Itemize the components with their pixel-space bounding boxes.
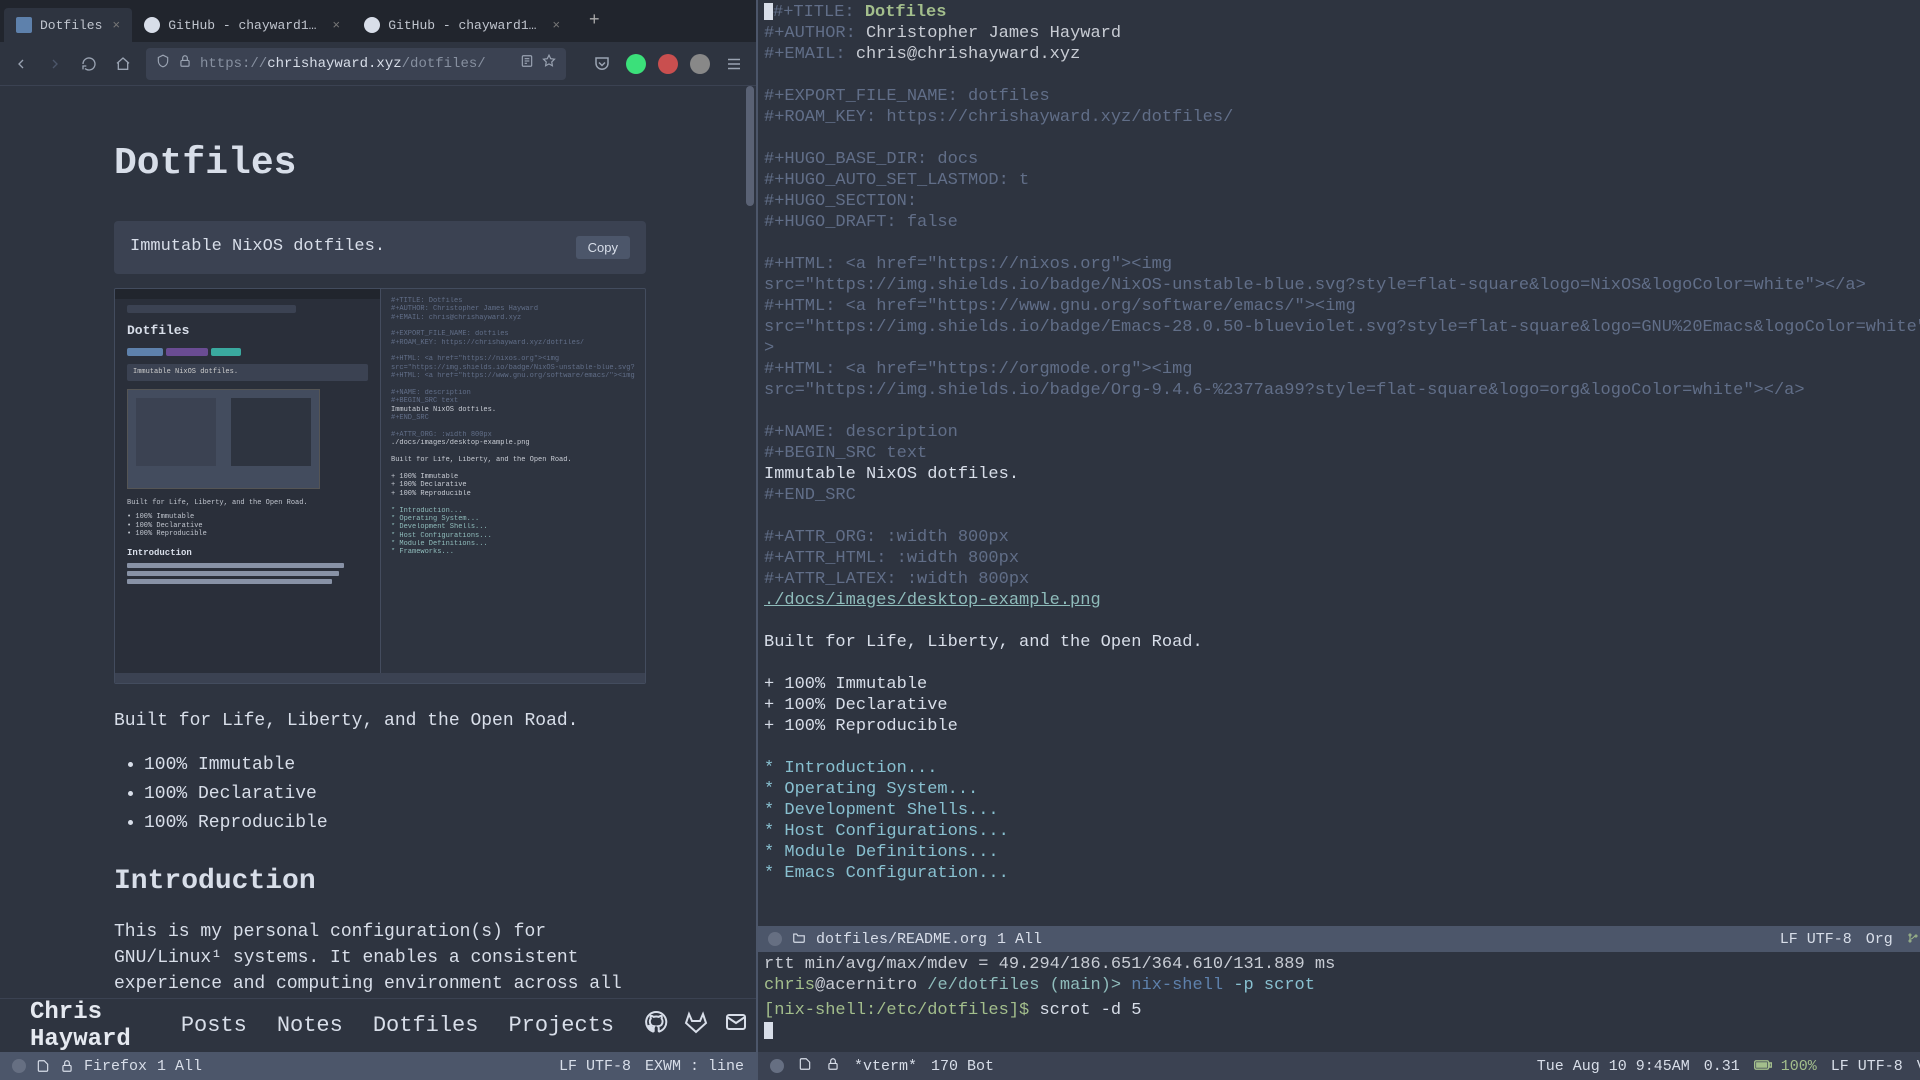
github-icon <box>144 17 160 33</box>
browser-tab-1[interactable]: GitHub - chayward1/dotf × <box>132 8 352 42</box>
reload-button[interactable] <box>78 53 100 75</box>
right-pane: #+TITLE: Dotfiles#+AUTHOR: Christopher J… <box>756 0 1920 1080</box>
scroll-thumb[interactable] <box>746 86 754 206</box>
left-pane-browser: Dotfiles × GitHub - chayward1/dotf × Git… <box>0 0 756 1080</box>
term-output: rtt min/avg/max/mdev = 49.294/186.651/36… <box>764 954 1920 975</box>
pocket-icon[interactable] <box>590 52 614 76</box>
battery-label: 100% <box>1754 1058 1817 1075</box>
mini-code: Immutable NixOS dotfiles. <box>127 364 368 380</box>
tab-title: GitHub - chayward1/dotf <box>388 18 542 33</box>
close-icon[interactable]: × <box>112 18 120 33</box>
lead-text: Built for Life, Liberty, and the Open Ro… <box>114 708 646 734</box>
term-prompt-line: chris@acernitro /e/dotfiles (main)> nix-… <box>764 975 1920 996</box>
lock-icon <box>178 54 192 73</box>
term-prompt-line: [nix-shell:/etc/dotfiles]$ scrot -d 5 <box>764 1000 1920 1021</box>
scrollbar[interactable] <box>744 86 756 1052</box>
buffer-path: dotfiles/README.org <box>816 931 987 948</box>
browser-tab-strip: Dotfiles × GitHub - chayward1/dotf × Git… <box>0 0 756 42</box>
tab-title: GitHub - chayward1/dotf <box>168 18 322 33</box>
favicon-icon <box>16 17 32 33</box>
browser-toolbar: https://chrishayward.xyz/dotfiles/ <box>0 42 756 86</box>
cursor <box>764 1022 773 1039</box>
site-brand[interactable]: Chris Hayward <box>30 999 131 1053</box>
buffer-position: 1 All <box>997 931 1042 948</box>
extension-icon[interactable] <box>626 54 646 74</box>
extension-icon[interactable] <box>658 54 678 74</box>
encoding-label: LF UTF-8 <box>1780 931 1852 948</box>
github-icon <box>364 17 380 33</box>
gitlab-icon[interactable] <box>684 1010 708 1041</box>
nav-link-posts[interactable]: Posts <box>181 1013 247 1038</box>
list-item: 100% Declarative <box>144 781 646 807</box>
status-dot-icon <box>768 932 782 946</box>
github-icon[interactable] <box>644 1010 668 1041</box>
clock-label: Tue Aug 10 9:45AM <box>1537 1058 1690 1075</box>
encoding-label: LF UTF-8 <box>559 1058 631 1075</box>
site-nav: Chris Hayward Posts Notes Dotfiles Proje… <box>0 998 756 1052</box>
buffer-name: *vterm* <box>854 1058 917 1075</box>
vterm-buffer[interactable]: rtt min/avg/max/mdev = 49.294/186.651/36… <box>758 952 1920 1052</box>
tab-title: Dotfiles <box>40 18 102 33</box>
mini-h2: Introduction <box>127 548 368 559</box>
back-button[interactable] <box>10 53 32 75</box>
mini-title: Dotfiles <box>127 323 368 339</box>
folder-icon <box>792 930 806 949</box>
code-text: Immutable NixOS dotfiles. <box>130 235 385 260</box>
forward-button[interactable] <box>44 53 66 75</box>
org-buffer[interactable]: #+TITLE: Dotfiles#+AUTHOR: Christopher J… <box>758 0 1920 926</box>
browser-tab-2[interactable]: GitHub - chayward1/dotf × <box>352 8 572 42</box>
git-branch-label: main <box>1907 931 1920 948</box>
buffer-position: 1 All <box>157 1058 202 1075</box>
browser-tab-0[interactable]: Dotfiles × <box>4 8 132 42</box>
mini-lead: Built for Life, Liberty, and the Open Ro… <box>127 499 368 507</box>
buffer-position: 170 Bot <box>931 1058 994 1075</box>
close-icon[interactable]: × <box>552 18 560 33</box>
file-icon <box>798 1057 812 1076</box>
nav-link-projects[interactable]: Projects <box>508 1013 614 1038</box>
list-item: 100% Immutable <box>144 752 646 778</box>
mode-label: EXWM : line <box>645 1058 744 1075</box>
shield-icon <box>156 54 170 73</box>
url-bar[interactable]: https://chrishayward.xyz/dotfiles/ <box>146 48 566 80</box>
browser-viewport: Dotfiles Immutable NixOS dotfiles. Copy … <box>0 86 756 1052</box>
status-dot-icon <box>12 1059 26 1073</box>
extension-icon[interactable] <box>690 54 710 74</box>
left-modeline: Firefox 1 All LF UTF-8 EXWM : line <box>0 1052 756 1080</box>
mail-icon[interactable] <box>724 1010 748 1041</box>
buffer-name: Firefox <box>84 1058 147 1075</box>
mode-label: Org <box>1866 931 1893 948</box>
nav-link-notes[interactable]: Notes <box>277 1013 343 1038</box>
vterm-modeline: *vterm* 170 Bot Tue Aug 10 9:45AM 0.31 1… <box>758 1052 1920 1080</box>
bookmark-icon[interactable] <box>542 54 556 73</box>
list-item: 100% Reproducible <box>144 810 646 836</box>
section-heading: Introduction <box>114 862 646 903</box>
org-modeline: dotfiles/README.org 1 All LF UTF-8 Org m… <box>758 926 1920 952</box>
load-label: 0.31 <box>1704 1058 1740 1075</box>
copy-button[interactable]: Copy <box>576 236 630 259</box>
close-icon[interactable]: × <box>332 18 340 33</box>
lock-icon <box>60 1059 74 1073</box>
code-block: Immutable NixOS dotfiles. Copy <box>114 221 646 274</box>
file-icon <box>36 1059 50 1073</box>
feature-list: 100% Immutable 100% Declarative 100% Rep… <box>144 752 646 836</box>
page-content: Dotfiles Immutable NixOS dotfiles. Copy … <box>0 86 756 1043</box>
new-tab-button[interactable]: + <box>580 7 608 35</box>
lock-icon <box>826 1057 840 1076</box>
page-title: Dotfiles <box>114 136 646 191</box>
reader-icon[interactable] <box>520 54 534 73</box>
hamburger-menu-icon[interactable] <box>722 52 746 76</box>
status-dot-icon <box>770 1059 784 1073</box>
nav-link-dotfiles[interactable]: Dotfiles <box>373 1013 479 1038</box>
hero-screenshot: Dotfiles Immutable NixOS dotfiles. Built… <box>114 288 646 684</box>
encoding-label: LF UTF-8 <box>1831 1058 1903 1075</box>
url-text: https://chrishayward.xyz/dotfiles/ <box>200 56 512 72</box>
home-button[interactable] <box>112 53 134 75</box>
